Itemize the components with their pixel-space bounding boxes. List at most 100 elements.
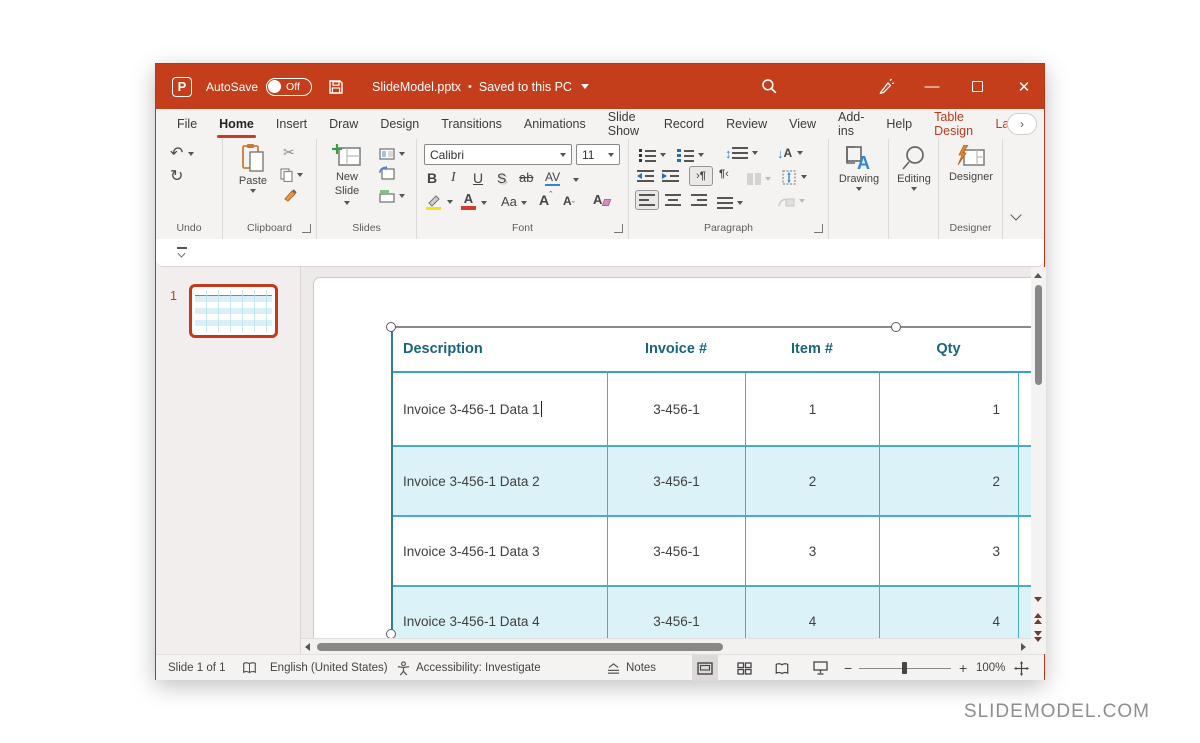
scroll-left-icon[interactable] (305, 643, 310, 651)
tab-home[interactable]: Home (208, 109, 265, 139)
cell-item[interactable]: 4 (745, 587, 879, 638)
tab-design[interactable]: Design (369, 109, 430, 139)
italic-button[interactable]: I (451, 170, 456, 186)
redo-button[interactable]: ↻ (170, 169, 183, 185)
slide-canvas[interactable]: Description Invoice # Item # Qty Invoice… (301, 267, 1031, 654)
convert-to-smartart-button[interactable] (777, 192, 805, 210)
zoom-in-button[interactable]: + (959, 655, 967, 681)
selection-handle-top-center[interactable] (891, 322, 901, 332)
tab-animations[interactable]: Animations (513, 109, 597, 139)
clear-formatting-button[interactable]: A (593, 192, 610, 207)
collapse-ribbon-button[interactable] (1012, 211, 1020, 219)
tab-add-ins[interactable]: Add-ins (827, 109, 875, 139)
cell-description[interactable]: Invoice 3-456-1 Data 3 (393, 517, 607, 585)
cell-qty[interactable]: 3 (879, 517, 1018, 585)
paste-button[interactable]: Paste (231, 143, 275, 193)
close-button[interactable]: ✕ (1006, 64, 1042, 109)
cell-qty[interactable]: 1 (879, 373, 1018, 445)
slide-sorter-view-button[interactable] (731, 655, 757, 681)
font-dialog-launcher[interactable] (614, 224, 623, 233)
tab-view[interactable]: View (778, 109, 827, 139)
decrease-indent-button[interactable] (637, 170, 654, 182)
scroll-down-icon[interactable] (1034, 597, 1042, 602)
slide-indicator[interactable]: Slide 1 of 1 (168, 655, 226, 681)
slide-thumbnail[interactable] (189, 284, 278, 338)
format-painter-button[interactable] (283, 187, 299, 203)
spell-check-button[interactable] (242, 655, 257, 681)
justify-button[interactable] (717, 194, 743, 212)
tab-transitions[interactable]: Transitions (430, 109, 513, 139)
header-invoice[interactable]: Invoice # (607, 327, 745, 371)
underline-button[interactable]: U (473, 170, 483, 186)
highlight-color-button[interactable] (425, 193, 453, 211)
drawing-button[interactable]: A Drawing (834, 145, 884, 191)
cut-button[interactable]: ✂ (283, 145, 295, 159)
new-slide-button[interactable]: New Slide (323, 143, 371, 205)
left-to-right-button[interactable]: ›¶ (689, 166, 713, 186)
cell-extra[interactable] (1018, 587, 1031, 638)
cell-description[interactable]: Invoice 3-456-1 Data 2 (393, 447, 607, 515)
cell-qty[interactable]: 2 (879, 447, 1018, 515)
coming-soon-button[interactable] (871, 64, 901, 109)
text-shadow-button[interactable]: S (497, 170, 506, 186)
selection-handle-top-left[interactable] (386, 322, 396, 332)
align-center-button[interactable] (665, 194, 681, 206)
increase-indent-button[interactable] (662, 170, 679, 182)
tab-help[interactable]: Help (875, 109, 923, 139)
section-button[interactable] (379, 187, 405, 205)
vertical-scrollbar-thumb[interactable] (1035, 285, 1042, 385)
cell-invoice[interactable]: 3-456-1 (607, 517, 745, 585)
zoom-out-button[interactable]: − (844, 655, 852, 681)
tab-review[interactable]: Review (715, 109, 778, 139)
tab-insert[interactable]: Insert (265, 109, 318, 139)
notes-button[interactable]: Notes (606, 655, 656, 681)
header-extra[interactable] (1018, 327, 1031, 371)
accessibility-status[interactable]: Accessibility: Investigate (416, 655, 541, 681)
align-right-button[interactable] (691, 194, 707, 206)
powerpoint-app-icon[interactable]: P (172, 77, 192, 97)
cell-item[interactable]: 2 (745, 447, 879, 515)
maximize-button[interactable] (961, 64, 993, 109)
cell-invoice[interactable]: 3-456-1 (607, 587, 745, 638)
header-qty[interactable]: Qty (879, 327, 1018, 371)
clipboard-dialog-launcher[interactable] (302, 224, 311, 233)
tab-draw[interactable]: Draw (318, 109, 369, 139)
line-spacing-button[interactable]: ↕ (725, 144, 758, 162)
save-icon[interactable] (328, 79, 344, 95)
language-indicator[interactable]: English (United States) (270, 655, 388, 681)
tab-file[interactable]: File (166, 109, 208, 139)
document-title[interactable]: SlideModel.pptx • Saved to this PC (372, 80, 589, 94)
right-to-left-button[interactable]: ¶‹ (719, 168, 729, 180)
search-button[interactable] (754, 64, 784, 109)
numbering-button[interactable] (677, 146, 704, 164)
previous-slide-button[interactable] (1034, 613, 1042, 625)
horizontal-scrollbar[interactable] (301, 638, 1031, 654)
comments-button-partial[interactable]: › (1007, 113, 1037, 135)
customize-toolbar-button[interactable] (176, 247, 188, 258)
slide-layout-button[interactable] (379, 145, 405, 163)
horizontal-scrollbar-thumb[interactable] (317, 643, 723, 651)
reading-view-button[interactable] (769, 655, 795, 681)
zoom-level[interactable]: 100% (976, 655, 1005, 681)
cell-extra[interactable] (1018, 447, 1031, 515)
cell-extra[interactable] (1018, 517, 1031, 585)
change-case-button[interactable]: Aa (501, 194, 517, 209)
cell-invoice[interactable]: 3-456-1 (607, 447, 745, 515)
align-text-button[interactable] (781, 168, 807, 186)
copy-button[interactable] (280, 166, 303, 184)
minimize-button[interactable]: — (916, 64, 948, 109)
font-name-select[interactable]: Calibri (424, 144, 572, 165)
cell-invoice[interactable]: 3-456-1 (607, 373, 745, 445)
zoom-slider-thumb[interactable] (902, 662, 907, 674)
autosave-toggle[interactable]: Off (266, 78, 312, 96)
columns-button[interactable] (747, 170, 771, 188)
cell-extra[interactable] (1018, 373, 1031, 445)
character-spacing-button[interactable]: AV (545, 170, 560, 186)
font-color-button[interactable]: A (461, 192, 476, 210)
vertical-scrollbar[interactable] (1031, 267, 1046, 654)
bold-button[interactable]: B (427, 170, 437, 186)
slideshow-view-button[interactable] (807, 655, 833, 681)
invoice-table[interactable]: Description Invoice # Item # Qty Invoice… (391, 327, 1031, 638)
align-left-button[interactable] (635, 190, 659, 210)
increase-font-size-button[interactable]: Aˆ (539, 192, 552, 208)
